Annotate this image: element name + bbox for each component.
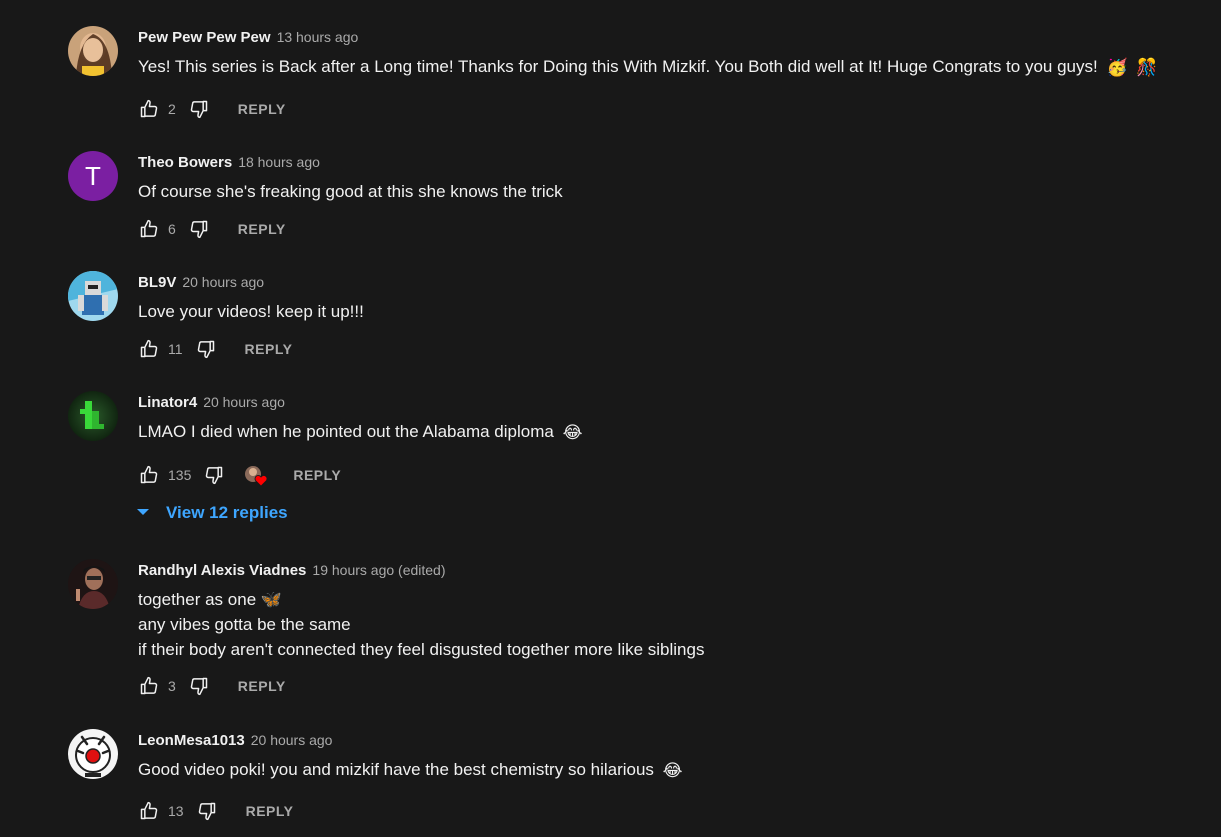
reply-button[interactable]: REPLY <box>245 341 293 357</box>
laughing-emoji: 😂 <box>562 423 583 443</box>
comment-actions: 6 REPLY <box>138 218 286 240</box>
comment-author[interactable]: BL9V <box>138 274 176 291</box>
avatar[interactable] <box>68 26 118 76</box>
thumbs-down-icon[interactable] <box>203 464 225 486</box>
comment-timestamp[interactable]: 13 hours ago <box>277 29 359 45</box>
comment-author[interactable]: Randhyl Alexis Viadnes <box>138 562 306 579</box>
comment-author[interactable]: Linator4 <box>138 394 197 411</box>
thumbs-up-icon[interactable] <box>138 218 160 240</box>
reply-button[interactable]: REPLY <box>293 467 341 483</box>
comment-timestamp[interactable]: 19 hours ago (edited) <box>312 562 445 578</box>
like-count: 11 <box>168 341 183 357</box>
thumbs-up-icon[interactable] <box>138 338 160 360</box>
avatar[interactable] <box>68 729 118 779</box>
like-count: 135 <box>168 467 192 483</box>
thumbs-down-icon[interactable] <box>196 800 218 822</box>
comment-line: Yes! This series is Back after a Long ti… <box>138 57 1098 76</box>
reply-button[interactable]: REPLY <box>238 101 286 117</box>
reply-button[interactable]: REPLY <box>246 803 294 819</box>
comment-actions: 135 REPLY <box>138 464 341 487</box>
creator-heart-icon <box>243 464 269 487</box>
comment-author[interactable]: LeonMesa1013 <box>138 732 245 749</box>
comment-line: LMAO I died when he pointed out the Alab… <box>138 422 554 441</box>
thumbs-down-icon[interactable] <box>188 98 210 120</box>
like-count: 6 <box>168 221 176 237</box>
caret-down-icon <box>136 504 150 522</box>
comment-timestamp[interactable]: 20 hours ago <box>251 732 333 748</box>
like-count: 2 <box>168 101 176 117</box>
partying-face-emoji: 🥳 <box>1106 58 1128 78</box>
thumbs-up-icon[interactable] <box>138 800 160 822</box>
comment-text: LMAO I died when he pointed out the Alab… <box>138 419 582 445</box>
reply-button[interactable]: REPLY <box>238 221 286 237</box>
comments-section: Pew Pew Pew Pew 13 hours ago Yes! This se… <box>0 0 1221 837</box>
comment-actions: 2 REPLY <box>138 98 286 120</box>
thumbs-down-icon[interactable] <box>188 218 210 240</box>
comment-actions: 3 REPLY <box>138 675 286 697</box>
comment-text: Yes! This series is Back after a Long ti… <box>138 54 1158 80</box>
comment-timestamp[interactable]: 18 hours ago <box>238 154 320 170</box>
comment-actions: 13 REPLY <box>138 800 293 822</box>
comment-line: Good video poki! you and mizkif have the… <box>138 760 654 779</box>
thumbs-down-icon[interactable] <box>188 675 210 697</box>
comment-text: Love your videos! keep it up!!! <box>138 299 364 324</box>
avatar[interactable] <box>68 271 118 321</box>
view-replies-label: View 12 replies <box>166 503 288 522</box>
comment-author[interactable]: Theo Bowers <box>138 154 232 171</box>
laughing-emoji: 😂 <box>662 761 683 781</box>
comment-timestamp[interactable]: 20 hours ago <box>182 274 264 290</box>
comment-line: together as one 🦋 <box>138 590 283 609</box>
like-count: 3 <box>168 678 176 694</box>
comment-text: Good video poki! you and mizkif have the… <box>138 757 683 783</box>
comment-timestamp[interactable]: 20 hours ago <box>203 394 285 410</box>
view-replies-button[interactable]: View 12 replies <box>136 501 288 525</box>
confetti-emoji: 🎊 <box>1136 58 1158 78</box>
thumbs-up-icon[interactable] <box>138 98 160 120</box>
comment-actions: 11 REPLY <box>138 338 292 360</box>
avatar[interactable] <box>68 391 118 441</box>
thumbs-down-icon[interactable] <box>195 338 217 360</box>
comment-line: if their body aren't connected they feel… <box>138 640 705 659</box>
comment-text: together as one 🦋 any vibes gotta be the… <box>138 587 704 662</box>
comment-line: Of course she's freaking good at this sh… <box>138 182 563 201</box>
thumbs-up-icon[interactable] <box>138 464 160 486</box>
reply-button[interactable]: REPLY <box>238 678 286 694</box>
like-count: 13 <box>168 803 184 819</box>
comment-line: Love your videos! keep it up!!! <box>138 302 364 321</box>
avatar[interactable] <box>68 559 118 609</box>
comment-line: any vibes gotta be the same <box>138 615 351 634</box>
avatar[interactable]: T <box>68 151 118 201</box>
comment-author[interactable]: Pew Pew Pew Pew <box>138 29 271 46</box>
thumbs-up-icon[interactable] <box>138 675 160 697</box>
comment-text: Of course she's freaking good at this sh… <box>138 179 563 204</box>
